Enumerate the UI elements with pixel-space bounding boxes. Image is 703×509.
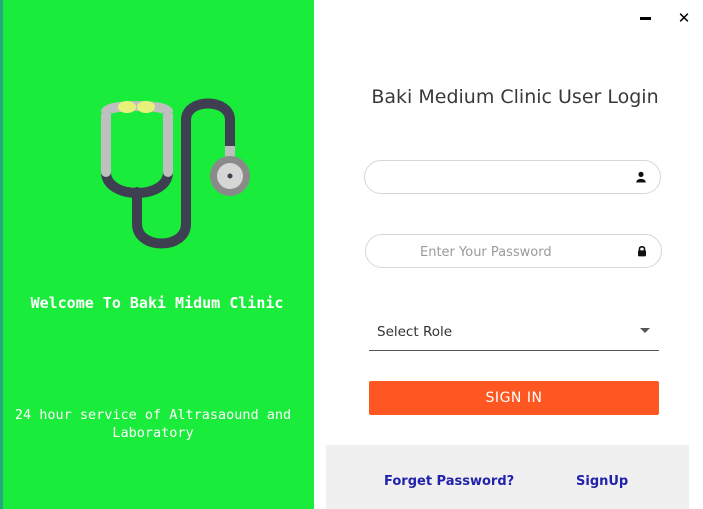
role-select-value: Select Role: [377, 324, 453, 340]
role-select[interactable]: Select Role: [369, 318, 659, 351]
minimize-icon: [639, 16, 651, 20]
close-button[interactable]: ✕: [675, 9, 693, 27]
footer-bar: Forget Password? SignUp: [326, 445, 689, 509]
close-icon: ✕: [677, 9, 691, 27]
user-icon: [636, 171, 646, 183]
signup-link[interactable]: SignUp: [576, 474, 628, 489]
minimize-button[interactable]: [636, 9, 654, 27]
background-window-edge: [0, 0, 3, 509]
forgot-password-link[interactable]: Forget Password?: [384, 474, 514, 489]
service-description: 24 hour service of Altrasaound and Labor…: [14, 407, 292, 441]
welcome-heading: Welcome To Baki Midum Clinic: [30, 294, 284, 312]
username-field-wrapper: [364, 160, 661, 195]
stethoscope-icon: [101, 98, 250, 249]
chevron-down-icon: [640, 328, 650, 333]
password-field-wrapper: [365, 234, 662, 269]
username-input[interactable]: [379, 161, 633, 195]
sign-in-button[interactable]: SIGN IN: [369, 381, 659, 415]
page-title: Baki Medium Clinic User Login: [371, 86, 659, 108]
lock-icon: [638, 246, 646, 257]
password-input[interactable]: [418, 235, 622, 269]
left-panel: Welcome To Baki Midum Clinic 24 hour ser…: [0, 0, 314, 509]
